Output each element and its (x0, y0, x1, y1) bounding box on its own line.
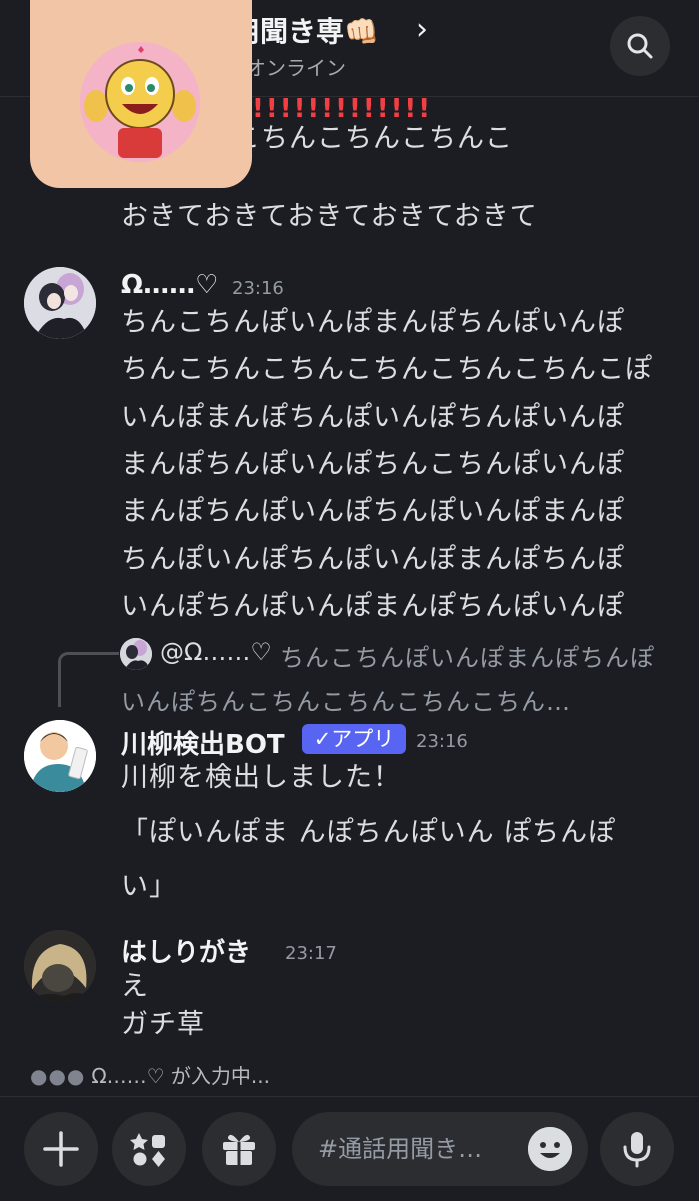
message-line: ちんこちんこちんこちんこちんこちんこぽ (121, 354, 653, 385)
server-icon-image (80, 42, 200, 162)
search-button[interactable] (610, 16, 670, 76)
reply-preview[interactable]: いんぽちんこちんこちんこちんこちん… (121, 682, 571, 717)
emoji-icon (528, 1127, 572, 1171)
reply-author[interactable]: @Ω……♡ (160, 638, 272, 666)
voice-message-button[interactable] (600, 1112, 674, 1186)
plus-icon (43, 1131, 79, 1167)
typing-dots-icon: ●●● (30, 1064, 86, 1088)
avatar[interactable] (24, 930, 96, 1002)
channel-title[interactable]: 用聞き専👊🏻 (232, 10, 379, 50)
reply-connector (58, 652, 119, 707)
gift-button[interactable] (202, 1112, 276, 1186)
add-attachment-button[interactable] (24, 1112, 98, 1186)
message-line: まんぽちんぽいんぽちんこちんぽいんぽ (121, 449, 625, 480)
message-author[interactable]: Ω……♡ (121, 270, 218, 300)
search-icon (627, 33, 653, 59)
message-line: おきておきておきておきておきて (121, 201, 538, 232)
typing-indicator: ●●● Ω……♡ が入力中... (30, 1060, 270, 1089)
apps-icon (130, 1133, 165, 1167)
message-line: ちんこちんぽいんぽまんぽちんぽいんぽ (121, 307, 625, 338)
apps-button[interactable] (112, 1112, 186, 1186)
channel-status: オンライン (246, 56, 346, 80)
message-line: い」 (121, 871, 177, 902)
microphone-icon (623, 1132, 651, 1168)
message-line: 「ぽいんぽま んぽちんぽいん ぽちんぽ (121, 817, 617, 848)
chevron-right-icon[interactable]: › (416, 12, 428, 47)
message-timestamp: 23:16 (416, 731, 468, 752)
message-line: 川柳を検出しました！ (121, 762, 401, 793)
message-line: まんぽちんぽいんぽちんぽいんぽまんぽ (121, 496, 625, 527)
message-line: ちんぽいんぽちんぽいんぽまんぽちんぽ (121, 544, 625, 575)
avatar[interactable] (24, 267, 96, 339)
message-line: いんぽちんぽいんぽまんぽちんぽいんぽ (121, 591, 625, 622)
emoji-button[interactable] (528, 1127, 572, 1171)
message-timestamp: 23:17 (285, 943, 337, 964)
message-timestamp: 23:16 (232, 278, 284, 299)
reply-avatar (120, 638, 152, 670)
gift-icon (223, 1134, 255, 1165)
app-badge: ✓アプリ (302, 724, 406, 754)
message-line: ガチ草 (121, 1009, 205, 1040)
message-line: いんぽまんぽちんぽいんぽちんぽいんぽ (121, 402, 625, 433)
server-icon-card[interactable] (30, 0, 252, 188)
avatar[interactable] (24, 720, 96, 792)
typing-text: Ω……♡ が入力中... (91, 1064, 271, 1088)
reply-preview[interactable]: ちんこちんぽいんぽまんぽちんぽ (280, 638, 655, 673)
